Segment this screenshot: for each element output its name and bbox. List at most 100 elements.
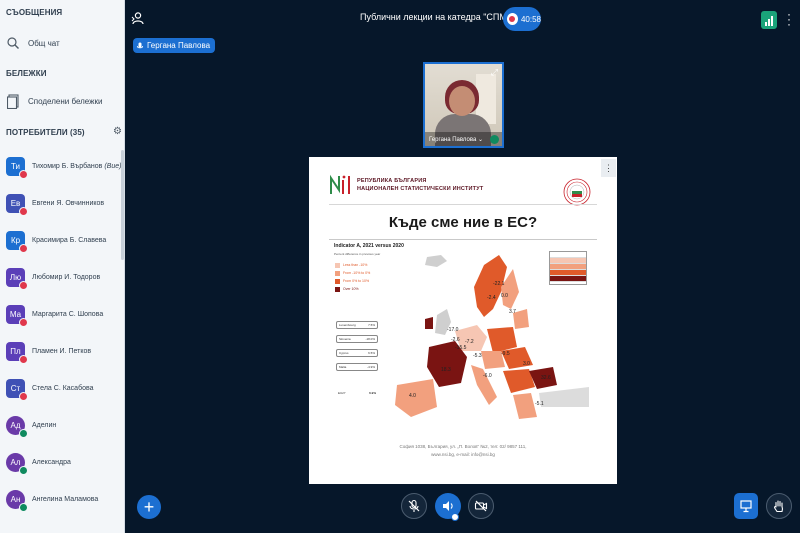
user-list-item[interactable]: Лю Любомир И. Тодоров — [6, 259, 118, 295]
options-menu-icon[interactable]: · · · — [786, 8, 792, 30]
user-name-text: Александра — [32, 458, 71, 466]
legend-label: Less than -10% — [343, 263, 368, 267]
shared-notes-label: Споделени бележки — [28, 96, 103, 106]
user-name: Маргарита С. Шопова — [32, 311, 103, 318]
avatar: Лю — [6, 267, 28, 290]
legend-item: From -10% to 0% — [335, 269, 370, 277]
public-chat-label: Общ чат — [28, 38, 60, 48]
legend-item: Over 10% — [335, 285, 370, 293]
user-list-item[interactable]: Ма Маргарита С. Шопова — [6, 296, 118, 332]
map-value-label: 4.0 — [409, 393, 416, 399]
total-label: EU27 — [338, 391, 346, 395]
avatar-initials: Ти — [10, 161, 20, 171]
avatar-initials: Пл — [10, 346, 21, 356]
footer-line2: www.nsi.bg, e-mail: info@nsi.bg — [431, 452, 495, 457]
recording-time: 40:58 — [520, 14, 541, 24]
notes-icon — [6, 93, 20, 109]
fullscreen-icon[interactable]: ⤢ — [491, 67, 498, 78]
user-list-item[interactable]: Кр Красимира Б. Славева — [6, 222, 118, 258]
sidebar: СЪОБЩЕНИЯ Общ чат БЕЛЕЖКИ Споделени беле… — [0, 0, 125, 533]
legend-label: From -10% to 0% — [343, 271, 371, 275]
map-legend: Less than -10% From -10% to 0% From 0% to … — [335, 261, 370, 293]
user-list-item[interactable]: Ал Александра — [6, 444, 118, 480]
map-value-label: -5.3 — [473, 353, 482, 359]
webcam-video[interactable]: ⤢ Гергана Павлова ⌄ — [423, 62, 504, 148]
inset-box: Luxembourg 7.5% — [336, 321, 378, 329]
user-list-scrollbar[interactable] — [121, 150, 124, 260]
user-name-text: Маргарита С. Шопова — [32, 310, 104, 318]
talker-name: Гергана Павлова — [147, 41, 211, 50]
actions-plus-button[interactable]: + — [137, 495, 161, 519]
mic-icon — [136, 42, 144, 48]
user-list-toggle-icon[interactable] — [131, 11, 145, 25]
meeting-title: Публични лекции на катедра "СПМ" — [360, 12, 511, 22]
user-list-item[interactable]: Ан Ангелина Маламова — [6, 481, 118, 517]
nsi-logo — [330, 174, 350, 194]
muted-mic-icon — [19, 243, 28, 253]
shared-notes-item[interactable]: Споделени бележки — [6, 90, 118, 112]
user-list-item[interactable]: Ст Стела С. Касабова — [6, 370, 118, 406]
webcam-mic-icon — [490, 135, 499, 144]
muted-mic-icon — [19, 391, 28, 401]
legend-label: From 0% to 10% — [343, 279, 370, 283]
map-value-label: -2.6 — [451, 337, 460, 343]
user-name: Стела С. Касабова — [32, 385, 94, 392]
avatar: Кр — [6, 230, 28, 253]
user-list-item[interactable]: Ев Евгени Я. Овчинников — [6, 185, 118, 221]
map-value-label: -5.1 — [535, 401, 544, 407]
avatar-initials: Ал — [10, 457, 21, 467]
legend-item: Less than -10% — [335, 261, 370, 269]
avatar: Ал — [6, 452, 28, 475]
mute-button[interactable] — [401, 493, 427, 519]
user-list-item[interactable]: Ти Тихомир Б. Върбанов (Вие) — [6, 148, 121, 184]
org-name: РЕПУБЛИКА БЪЛГАРИЯ НАЦИОНАЛЕН СТАТИСТИЧЕ… — [357, 177, 483, 193]
avatar-initials: Ад — [10, 420, 21, 430]
gear-icon[interactable]: ⚙ — [113, 127, 123, 137]
listen-only-icon — [19, 428, 28, 438]
avatar: Ма — [6, 304, 28, 327]
user-list-item[interactable]: Пл Пламен И. Петков — [6, 333, 118, 369]
notes-header: БЕЛЕЖКИ — [6, 69, 47, 78]
presentation-button[interactable] — [734, 493, 758, 519]
avatar: Ев — [6, 193, 28, 216]
user-name: Евгени Я. Овчинников — [32, 200, 104, 207]
avatar-initials: Ма — [9, 309, 22, 319]
avatar-initials: Ев — [10, 198, 21, 208]
slide-footer: София 1038, България, ул. „П. Волов“ №2,… — [309, 443, 617, 459]
recording-indicator[interactable]: 40:58 — [503, 7, 541, 31]
muted-mic-icon — [19, 354, 28, 364]
inset-box: Malta -4.9% — [336, 363, 378, 371]
avatar: Ад — [6, 415, 28, 438]
chat-icon — [6, 35, 20, 51]
raise-hand-button[interactable] — [766, 493, 792, 519]
flag-logo — [563, 178, 591, 206]
user-name: Аделин — [32, 422, 56, 429]
org-line2: НАЦИОНАЛЕН СТАТИСТИЧЕСКИ ИНСТИТУТ — [357, 186, 484, 192]
messages-header: СЪОБЩЕНИЯ — [6, 8, 63, 17]
audio-settings-indicator[interactable] — [451, 513, 459, 521]
user-name-text: Любомир И. Тодоров — [32, 273, 101, 281]
slide-options-button[interactable]: ⋮ — [601, 159, 616, 177]
connection-status-button[interactable] — [761, 11, 777, 29]
muted-mic-icon — [19, 169, 28, 179]
map-value-label: -15.5 — [455, 345, 467, 351]
map-value-label: -2.4 — [487, 295, 496, 301]
user-name: Любомир И. Тодоров — [32, 274, 100, 281]
webcam-button[interactable] — [468, 493, 494, 519]
legend-item: From 0% to 10% — [335, 277, 370, 285]
presentation-slide: РЕПУБЛИКА БЪЛГАРИЯ НАЦИОНАЛЕН СТАТИСТИЧЕ… — [309, 157, 617, 484]
user-name: Александра — [32, 459, 71, 466]
public-chat-item[interactable]: Общ чат — [6, 32, 118, 54]
inset-value: 6.5% — [368, 351, 375, 355]
map-value-label: -17.0 — [447, 327, 459, 333]
muted-mic-icon — [19, 280, 28, 290]
user-list-item[interactable]: Ад Аделин — [6, 407, 118, 443]
legend-swatch — [335, 286, 340, 292]
map-value-label: 3.7 — [509, 309, 516, 315]
chart-subtitle: Percent difference in previous year — [334, 252, 381, 256]
presentation-icon — [740, 500, 752, 513]
avatar: Пл — [6, 341, 28, 364]
avatar: Ст — [6, 378, 28, 401]
avatar-initials: Кр — [10, 235, 21, 245]
footer-line1: София 1038, България, ул. „П. Волов“ №2,… — [399, 444, 527, 449]
